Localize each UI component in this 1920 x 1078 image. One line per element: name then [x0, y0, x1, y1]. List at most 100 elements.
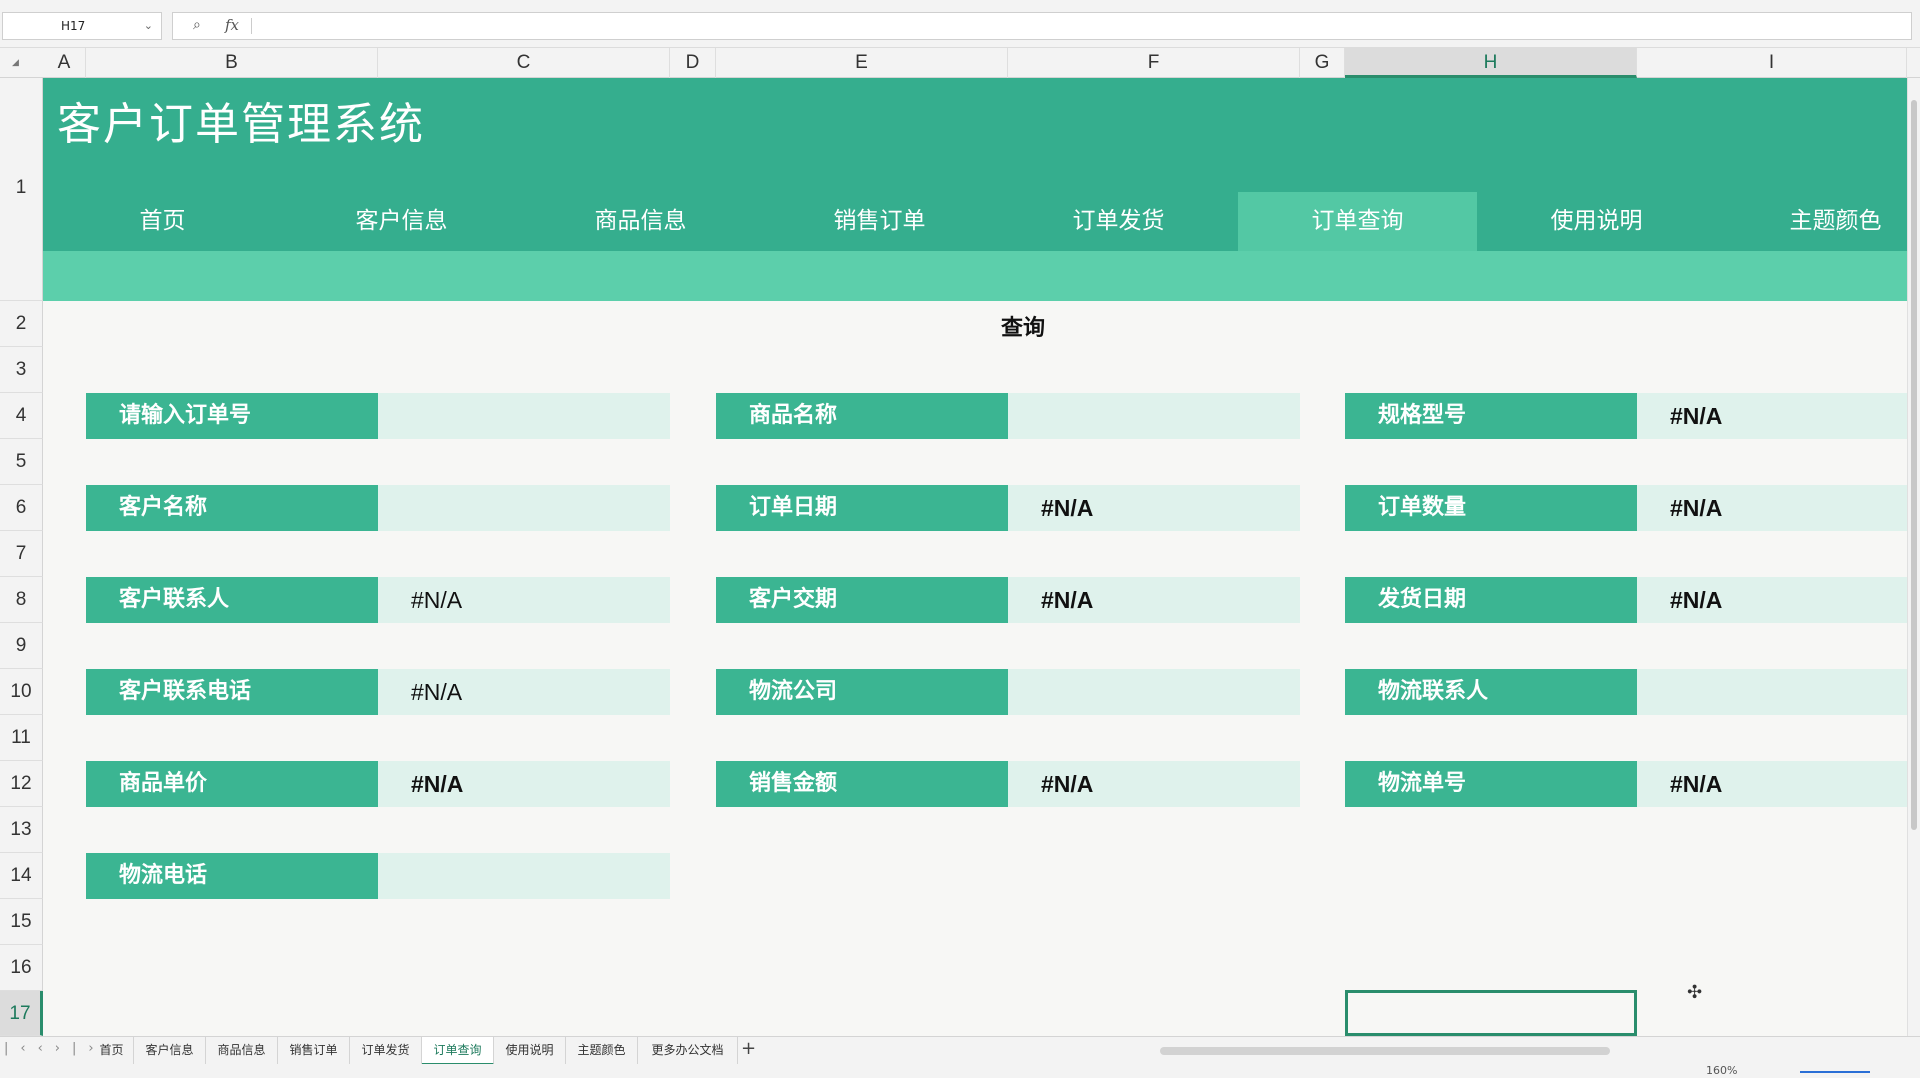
sales-amount-value[interactable]: #N/A — [1008, 761, 1300, 807]
header-band — [43, 251, 1907, 301]
header-banner: 客户订单管理系统 首页 客户信息 商品信息 销售订单 订单发货 订单查询 使用说… — [43, 78, 1907, 301]
row-header-7[interactable]: 7 — [0, 531, 43, 577]
row-header-16[interactable]: 16 — [0, 945, 43, 991]
ship-date-label: 发货日期 — [1345, 577, 1637, 623]
zoom-level[interactable]: 160% — [1706, 1064, 1737, 1077]
row-header-11[interactable]: 11 — [0, 715, 43, 761]
order-date-value[interactable]: #N/A — [1008, 485, 1300, 531]
order-no-label: 请输入订单号 — [86, 393, 378, 439]
order-qty-label: 订单数量 — [1345, 485, 1637, 531]
contact-phone-label: 客户联系电话 — [86, 669, 378, 715]
select-all-icon[interactable]: ◢ — [0, 48, 43, 78]
sheet-tab-theme-color[interactable]: 主题颜色 — [566, 1037, 638, 1065]
logistics-company-label: 物流公司 — [716, 669, 1008, 715]
row-header-4[interactable]: 4 — [0, 393, 43, 439]
logistics-company-value[interactable] — [1008, 669, 1300, 715]
column-header-d[interactable]: D — [670, 48, 716, 78]
row-header-12[interactable]: 12 — [0, 761, 43, 807]
row-header-3[interactable]: 3 — [0, 347, 43, 393]
nav-instructions[interactable]: 使用说明 — [1477, 192, 1716, 251]
sheet-tab-products[interactable]: 商品信息 — [206, 1037, 278, 1065]
formula-bar: H17 ⌄ ⌕ fx — [0, 0, 1920, 48]
column-header-f[interactable]: F — [1008, 48, 1300, 78]
product-name-value[interactable] — [1008, 393, 1300, 439]
contact-phone-value[interactable]: #N/A — [378, 669, 670, 715]
delivery-term-label: 客户交期 — [716, 577, 1008, 623]
row-header-8[interactable]: 8 — [0, 577, 43, 623]
column-header-i[interactable]: I — [1637, 48, 1907, 78]
contact-value[interactable]: #N/A — [378, 577, 670, 623]
add-sheet-icon[interactable]: + — [741, 1038, 756, 1059]
top-nav: 首页 客户信息 商品信息 销售订单 订单发货 订单查询 使用说明 主题颜色 — [43, 192, 1907, 251]
product-name-label: 商品名称 — [716, 393, 1008, 439]
tracking-no-label: 物流单号 — [1345, 761, 1637, 807]
sheet-tab-order-query[interactable]: 订单查询 — [422, 1037, 494, 1065]
nav-sales-orders[interactable]: 销售订单 — [760, 192, 999, 251]
sheet-tab-instructions[interactable]: 使用说明 — [494, 1037, 566, 1065]
divider — [251, 18, 252, 34]
row-header-17[interactable]: 17 — [0, 991, 43, 1036]
row-header-14[interactable]: 14 — [0, 853, 43, 899]
row-header-1[interactable]: 1 — [0, 78, 43, 301]
crosshair-cursor-icon: ✣ — [1687, 982, 1703, 1003]
tracking-no-value[interactable]: #N/A — [1637, 761, 1907, 807]
delivery-term-value[interactable]: #N/A — [1008, 577, 1300, 623]
row-header-2[interactable]: 2 — [0, 301, 43, 347]
app-title: 客户订单管理系统 — [57, 99, 425, 150]
sheet-tab-shipping[interactable]: 订单发货 — [350, 1037, 422, 1065]
vertical-scrollbar[interactable] — [1907, 78, 1920, 1036]
section-title: 查询 — [1000, 316, 1045, 341]
column-header-g[interactable]: G — [1300, 48, 1345, 78]
vertical-scroll-thumb[interactable] — [1911, 100, 1917, 830]
sheet-tab-sales-orders[interactable]: 销售订单 — [278, 1037, 350, 1065]
sales-amount-label: 销售金额 — [716, 761, 1008, 807]
nav-home[interactable]: 首页 — [43, 192, 282, 251]
sheet-tab-customers[interactable]: 客户信息 — [134, 1037, 206, 1065]
logistics-phone-value[interactable] — [378, 853, 670, 899]
unit-price-value[interactable]: #N/A — [378, 761, 670, 807]
spec-label: 规格型号 — [1345, 393, 1637, 439]
active-cell-h17[interactable] — [1345, 990, 1637, 1036]
nav-customers[interactable]: 客户信息 — [282, 192, 521, 251]
sheet-tab-bar: |‹‹›|› 首页 客户信息 商品信息 销售订单 订单发货 订单查询 使用说明 … — [0, 1036, 1920, 1065]
row-header-9[interactable]: 9 — [0, 623, 43, 669]
sheet-tab-home[interactable]: 首页 — [90, 1037, 134, 1065]
horizontal-scrollbar[interactable] — [1160, 1047, 1610, 1055]
row-header-15[interactable]: 15 — [0, 899, 43, 945]
customer-name-value[interactable] — [378, 485, 670, 531]
status-bar: 160% — [0, 1064, 1920, 1078]
nav-products[interactable]: 商品信息 — [521, 192, 760, 251]
nav-order-query[interactable]: 订单查询 — [1238, 192, 1477, 251]
order-no-input[interactable] — [378, 393, 670, 439]
nav-theme-color[interactable]: 主题颜色 — [1716, 192, 1920, 251]
row-header-6[interactable]: 6 — [0, 485, 43, 531]
column-header-a[interactable]: A — [43, 48, 86, 78]
sheet-tab-more-docs[interactable]: 更多办公文档 — [638, 1037, 738, 1065]
name-box-value: H17 — [61, 19, 86, 33]
contact-label: 客户联系人 — [86, 577, 378, 623]
logistics-phone-label: 物流电话 — [86, 853, 378, 899]
order-date-label: 订单日期 — [716, 485, 1008, 531]
column-header-e[interactable]: E — [716, 48, 1008, 78]
logistics-contact-label: 物流联系人 — [1345, 669, 1637, 715]
column-header-b[interactable]: B — [86, 48, 378, 78]
chevron-down-icon[interactable]: ⌄ — [144, 13, 153, 39]
column-header-c[interactable]: C — [378, 48, 670, 78]
row-header-10[interactable]: 10 — [0, 669, 43, 715]
unit-price-label: 商品单价 — [86, 761, 378, 807]
nav-shipping[interactable]: 订单发货 — [999, 192, 1238, 251]
column-header-h[interactable]: H — [1345, 48, 1637, 78]
spec-value[interactable]: #N/A — [1637, 393, 1907, 439]
column-headers: ◢ A B C D E F G H I — [0, 48, 1920, 78]
row-header-5[interactable]: 5 — [0, 439, 43, 485]
row-header-13[interactable]: 13 — [0, 807, 43, 853]
logistics-contact-value[interactable] — [1637, 669, 1907, 715]
formula-input[interactable]: ⌕ fx — [172, 12, 1912, 40]
customer-name-label: 客户名称 — [86, 485, 378, 531]
ship-date-value[interactable]: #N/A — [1637, 577, 1907, 623]
order-qty-value[interactable]: #N/A — [1637, 485, 1907, 531]
name-box[interactable]: H17 ⌄ — [2, 12, 162, 40]
zoom-lens-icon[interactable]: ⌕ — [193, 17, 201, 33]
function-icon[interactable]: fx — [225, 16, 239, 34]
zoom-slider[interactable] — [1800, 1071, 1870, 1073]
